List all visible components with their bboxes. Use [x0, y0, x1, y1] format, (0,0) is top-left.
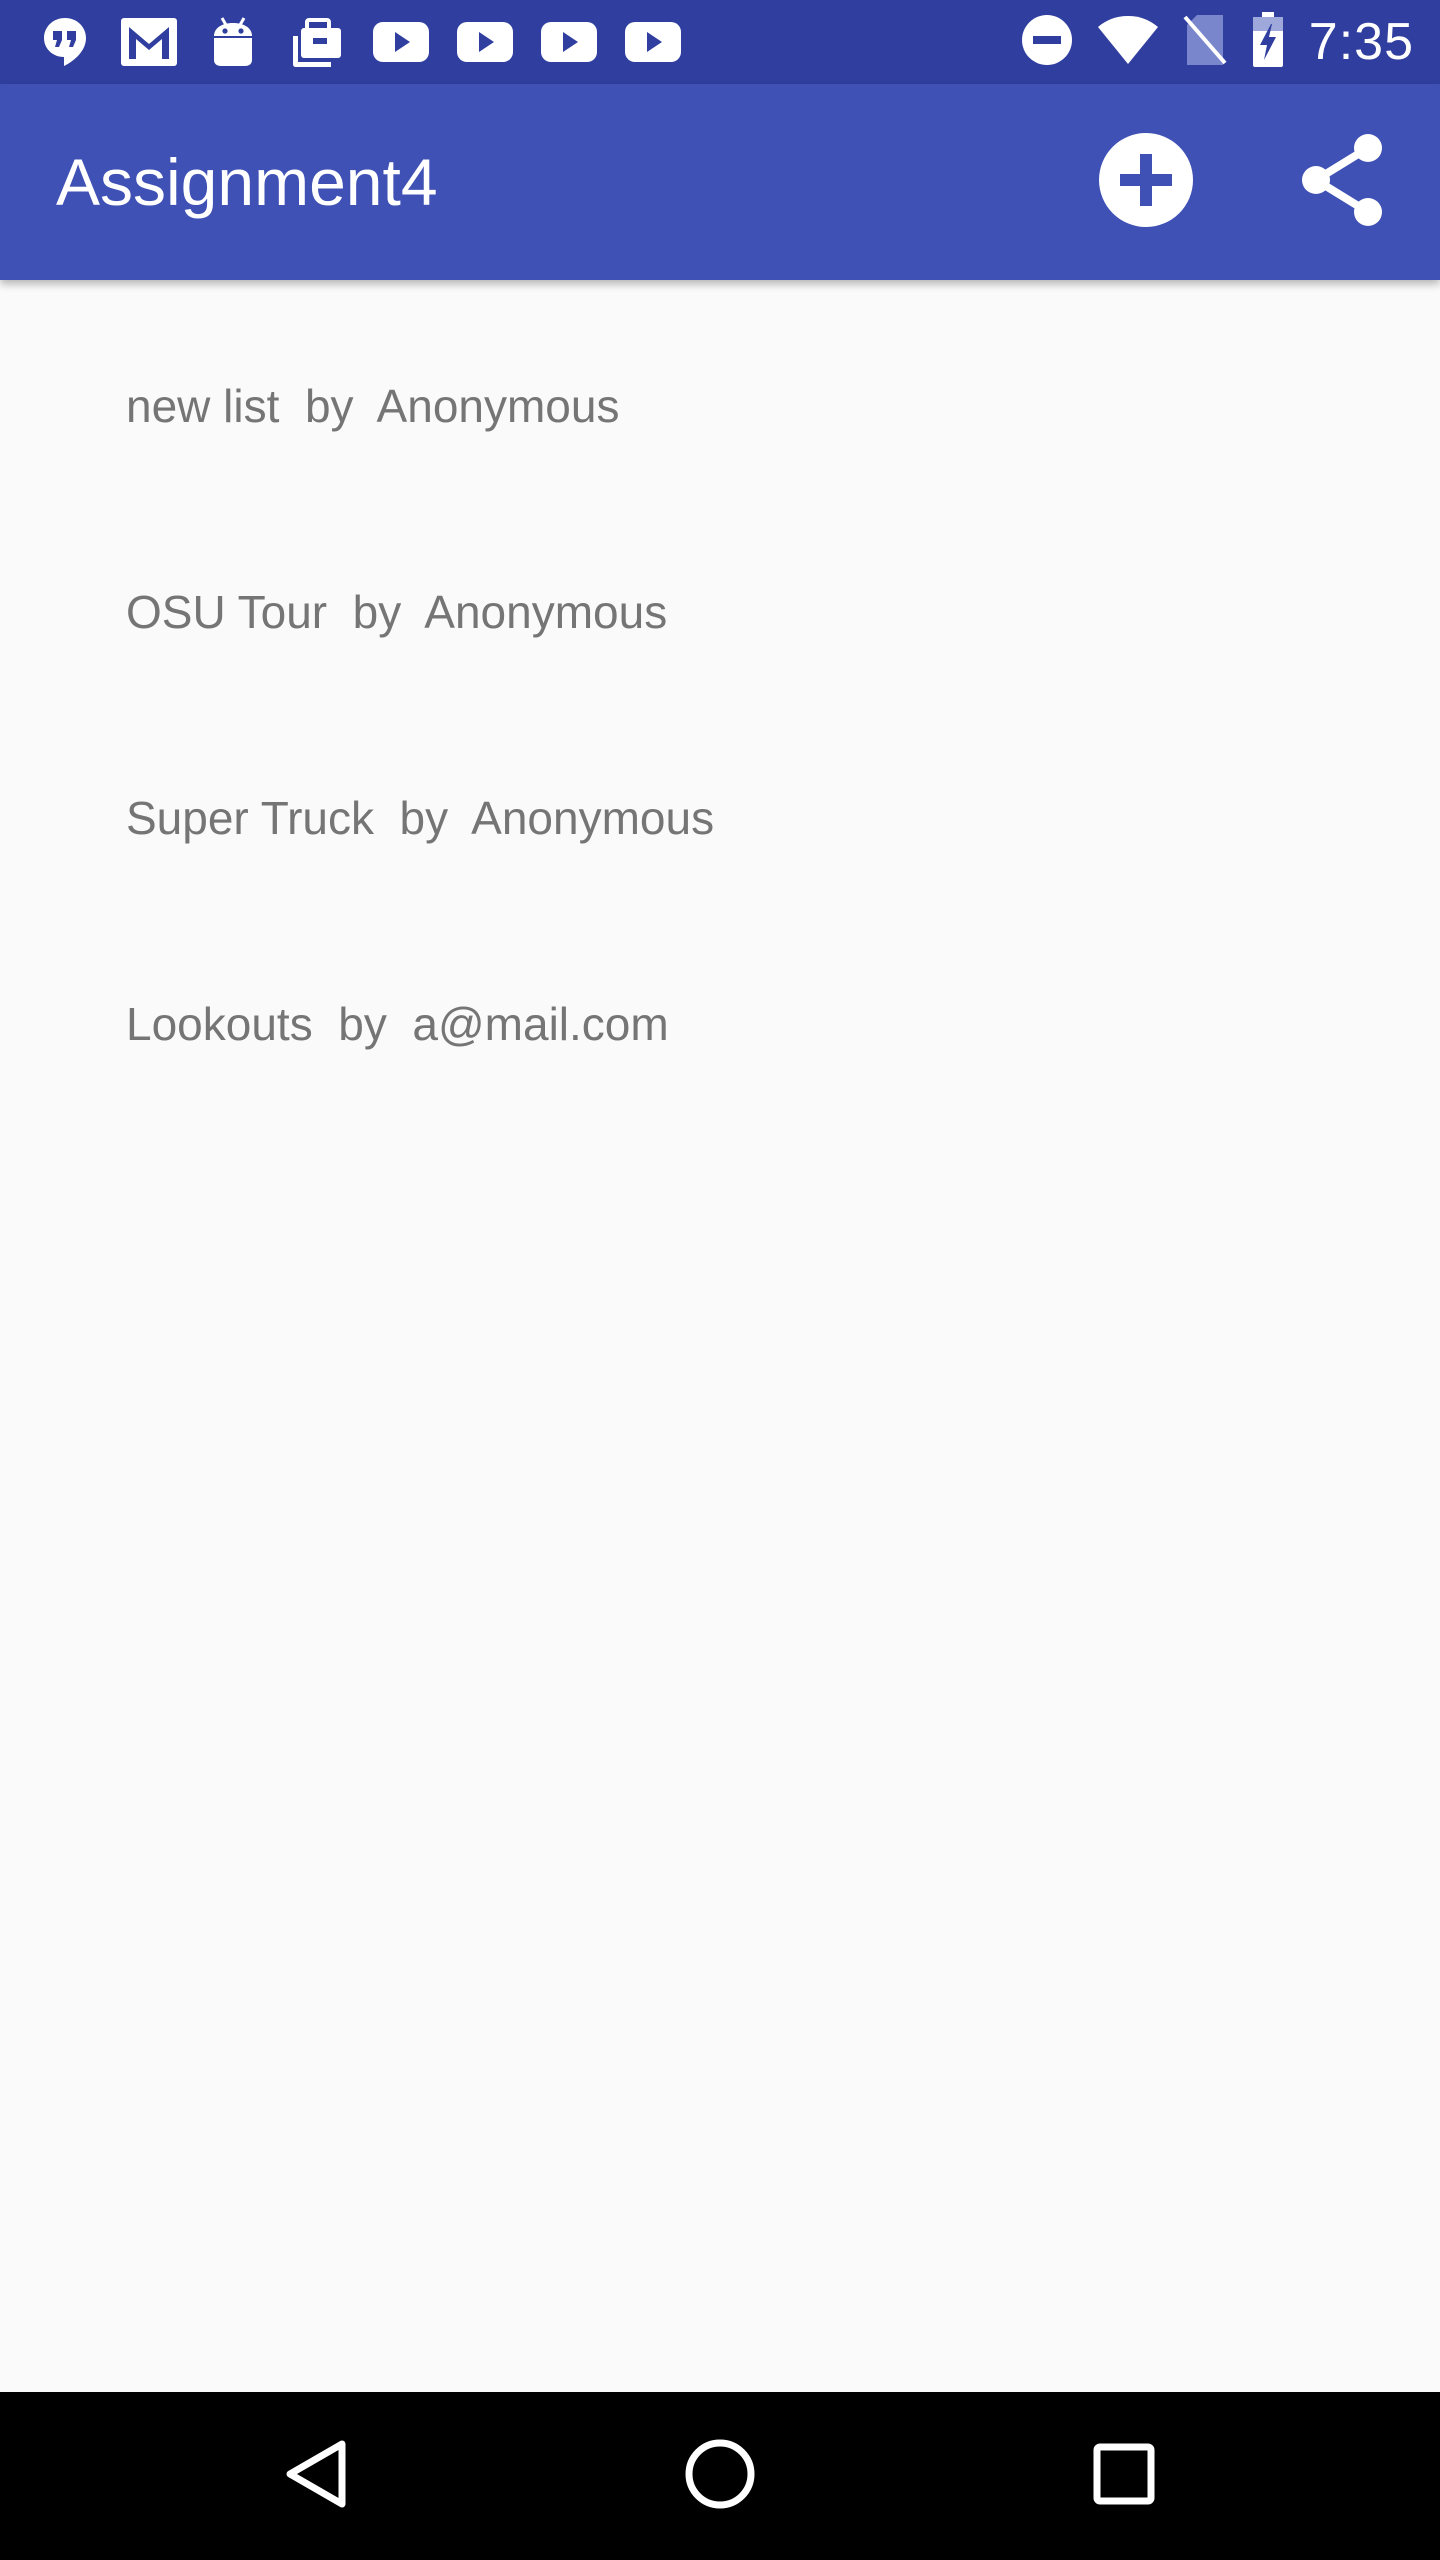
- back-icon: [284, 2438, 348, 2515]
- back-button[interactable]: [256, 2416, 376, 2536]
- share-button[interactable]: [1284, 124, 1400, 240]
- gmail-icon: [120, 14, 178, 70]
- hangouts-icon: [36, 14, 94, 70]
- list-item[interactable]: Lookouts by a@mail.com: [0, 898, 1440, 1104]
- list-item-label: OSU Tour by Anonymous: [126, 586, 668, 638]
- android-icon: [204, 14, 262, 70]
- share-icon: [1298, 132, 1386, 233]
- recents-icon: [1092, 2442, 1156, 2511]
- add-button[interactable]: [1088, 124, 1204, 240]
- system-icons: 7:35: [1021, 10, 1414, 74]
- status-bar: 7:35: [0, 0, 1440, 84]
- list-item-label: new list by Anonymous: [126, 380, 620, 432]
- navigation-bar: [0, 2392, 1440, 2560]
- youtube-icon: [456, 14, 514, 70]
- clock: 7:35: [1308, 13, 1414, 71]
- battery-charging-icon: [1251, 11, 1285, 73]
- app-bar: Assignment4: [0, 84, 1440, 280]
- lists-list: new list by Anonymous OSU Tour by Anonym…: [0, 280, 1440, 1104]
- recents-button[interactable]: [1064, 2416, 1184, 2536]
- list-item[interactable]: Super Truck by Anonymous: [0, 692, 1440, 898]
- list-item[interactable]: new list by Anonymous: [0, 280, 1440, 486]
- list-item-label: Lookouts by a@mail.com: [126, 998, 669, 1050]
- home-icon: [684, 2438, 756, 2515]
- list-item-label: Super Truck by Anonymous: [126, 792, 715, 844]
- wifi-icon: [1097, 15, 1159, 70]
- list-item[interactable]: OSU Tour by Anonymous: [0, 486, 1440, 692]
- do-not-disturb-icon: [1021, 14, 1073, 71]
- app-title: Assignment4: [56, 145, 438, 219]
- no-sim-icon: [1183, 13, 1227, 72]
- youtube-icon: [372, 14, 430, 70]
- youtube-icon: [540, 14, 598, 70]
- youtube-icon: [624, 14, 682, 70]
- home-button[interactable]: [660, 2416, 780, 2536]
- briefcase-icon: [288, 14, 346, 70]
- notification-icons: [36, 14, 682, 70]
- add-circle-icon: [1098, 132, 1194, 233]
